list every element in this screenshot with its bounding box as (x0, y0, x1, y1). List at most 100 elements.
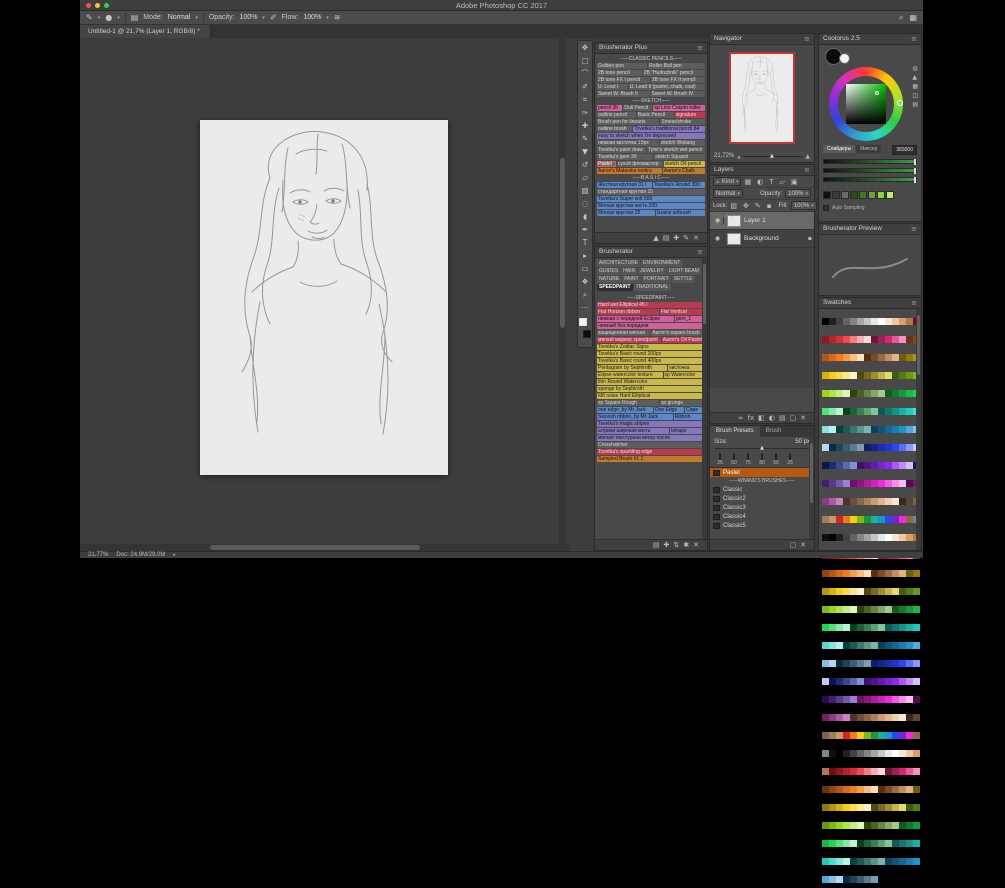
swatch[interactable] (843, 822, 850, 829)
swatch[interactable] (885, 516, 892, 523)
swatch[interactable] (850, 624, 857, 631)
brush-button[interactable]: Crosshatcher (597, 442, 705, 448)
swatch[interactable] (913, 750, 920, 757)
brush-button[interactable]: easy to sketch when I'm depressed (597, 133, 705, 139)
swatch[interactable] (857, 624, 864, 631)
swatch[interactable] (906, 840, 913, 847)
swatch[interactable] (871, 858, 878, 865)
swatch[interactable] (864, 786, 871, 793)
swatch[interactable] (822, 876, 829, 883)
swatch[interactable] (906, 804, 913, 811)
wheel-mode-icon[interactable]: ◍ (912, 65, 918, 72)
swatch[interactable] (878, 570, 885, 577)
swatch[interactable] (850, 354, 857, 361)
swatch[interactable] (850, 390, 857, 397)
swatch[interactable] (885, 624, 892, 631)
brush-button[interactable]: Roller Ball pen (648, 63, 706, 69)
swatch[interactable] (857, 858, 864, 865)
swatch[interactable] (829, 408, 836, 415)
swatch[interactable] (822, 732, 829, 739)
swatch[interactable] (878, 786, 885, 793)
swatch[interactable] (822, 660, 829, 667)
swatch[interactable] (899, 822, 906, 829)
swatch[interactable] (892, 786, 899, 793)
preset-row[interactable]: Pastel (710, 468, 814, 477)
swatch[interactable] (892, 696, 899, 703)
swatch[interactable] (857, 390, 864, 397)
swatch[interactable] (836, 822, 843, 829)
swatch[interactable] (885, 480, 892, 487)
lock-pixels-icon[interactable]: ✎ (755, 202, 761, 210)
link-layers-icon[interactable]: ∞ (738, 414, 744, 422)
path-selection-tool[interactable]: ▸ (578, 249, 592, 262)
filter-pixel-icon[interactable]: ▦ (744, 178, 751, 186)
swatch[interactable] (878, 318, 885, 325)
swatch[interactable] (836, 588, 843, 595)
swatch[interactable] (843, 516, 850, 523)
swatch[interactable] (878, 354, 885, 361)
swatch[interactable] (829, 732, 836, 739)
swatch[interactable] (906, 606, 913, 613)
swatch[interactable] (913, 840, 920, 847)
brush-button[interactable]: Tsvetka's gem 30 (597, 154, 654, 160)
crop-tool[interactable]: ⌗ (578, 93, 592, 106)
swatch[interactable] (878, 750, 885, 757)
swatch[interactable] (871, 390, 878, 397)
swatch[interactable] (892, 840, 899, 847)
swatch[interactable] (850, 714, 857, 721)
swatch[interactable] (899, 606, 906, 613)
swatch[interactable] (822, 606, 829, 613)
swatch[interactable] (829, 660, 836, 667)
swatch[interactable] (885, 696, 892, 703)
swatch[interactable] (822, 534, 829, 541)
swatch[interactable] (836, 606, 843, 613)
swatch[interactable] (892, 660, 899, 667)
swatch[interactable] (864, 714, 871, 721)
swatch[interactable] (899, 678, 906, 685)
swatch[interactable] (906, 678, 913, 685)
swatch[interactable] (871, 534, 878, 541)
swatch[interactable] (829, 678, 836, 685)
navigator-zoom-value[interactable]: 21,72% (714, 153, 734, 159)
swatch[interactable] (843, 462, 850, 469)
swatch[interactable] (878, 840, 885, 847)
swatch[interactable] (822, 480, 829, 487)
swatch[interactable] (878, 390, 885, 397)
swatch[interactable] (885, 462, 892, 469)
layer-row[interactable]: ◉ Background ▪ (710, 230, 814, 248)
swatch[interactable] (843, 318, 850, 325)
swatch[interactable] (899, 696, 906, 703)
swatch[interactable] (864, 606, 871, 613)
brush-button[interactable]: Flat Horizon ribbon (597, 309, 659, 315)
swatch[interactable] (850, 534, 857, 541)
category-paint[interactable]: PAINT (622, 276, 641, 283)
layer-name[interactable]: Layer 1 (744, 217, 766, 224)
swatch[interactable] (850, 642, 857, 649)
swatch[interactable] (843, 588, 850, 595)
shape-tool[interactable]: ▭ (578, 262, 592, 275)
layer-filter-kind-select[interactable]: ⌕ Kind ▾ (713, 177, 742, 186)
swatch[interactable] (871, 516, 878, 523)
canvas-horizontal-scrollbar[interactable] (80, 544, 570, 551)
swatch[interactable] (899, 642, 906, 649)
layer-visibility-icon[interactable]: ◉ (712, 217, 724, 224)
brush-button[interactable]: Tsvetka's magic stripes (597, 421, 705, 427)
swatch[interactable] (857, 408, 864, 415)
brush-button[interactable]: sp Lino Crayon roller (653, 105, 705, 111)
swatch[interactable] (822, 318, 829, 325)
brush-button[interactable]: Tsvetka's paint draw (597, 147, 647, 153)
swatch[interactable] (822, 462, 829, 469)
swatch[interactable] (822, 678, 829, 685)
brush-tip-preview[interactable]: 25 (784, 453, 796, 466)
brush-button[interactable]: sp Square Rough (597, 400, 659, 406)
swatch[interactable] (892, 570, 899, 577)
brush-button[interactable]: сухой фломастер (616, 161, 663, 167)
brush-tip-preview[interactable]: 25 (714, 453, 726, 466)
lock-transparency-icon[interactable]: ▨ (730, 202, 737, 210)
swatch[interactable] (871, 354, 878, 361)
brush-button[interactable]: нежный без передачи (597, 323, 705, 329)
swatch[interactable] (899, 390, 906, 397)
adjustment-layer-icon[interactable]: ◐ (769, 414, 775, 422)
brush-preset-caret-icon[interactable]: ▾ (117, 15, 120, 21)
swatch[interactable] (829, 570, 836, 577)
